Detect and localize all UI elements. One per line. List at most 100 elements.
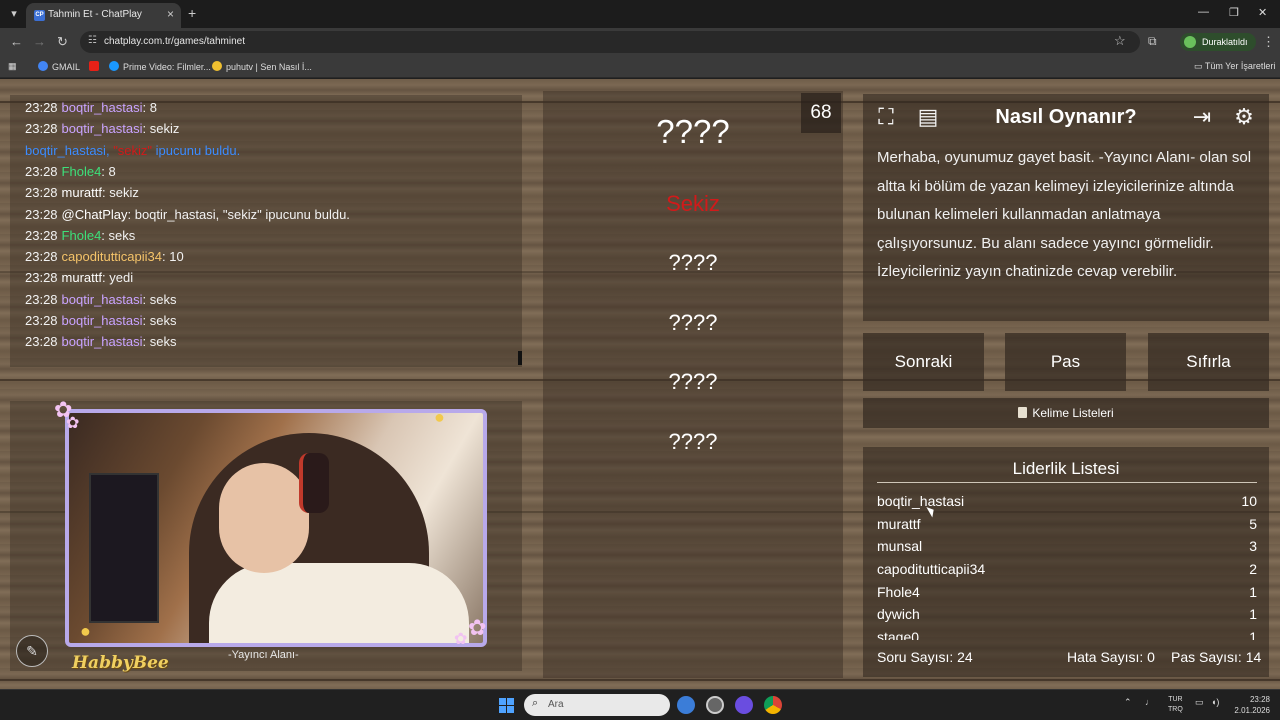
chat-timestamp: 23:28 xyxy=(25,100,58,115)
chat-username[interactable]: boqtir_hastasi xyxy=(62,292,143,307)
bookmark-prime[interactable]: Prime Video: Filmler... xyxy=(109,61,211,72)
bee-icon: ● xyxy=(434,407,445,427)
bee-icon: ● xyxy=(80,621,91,641)
chat-timestamp: 23:28 xyxy=(25,121,58,137)
chat-username[interactable]: boqtir_hastasi xyxy=(62,121,143,136)
headset xyxy=(299,453,329,513)
tab-strip: ▾ CP Tahmin Et - ChatPlay × + — ❐ ✕ xyxy=(0,0,1280,28)
all-bookmarks[interactable]: ▭ Tüm Yer İşaretleri xyxy=(1194,61,1275,72)
youtube-logo-icon xyxy=(89,61,99,71)
language-indicator[interactable]: TUR TRQ xyxy=(1168,695,1183,715)
browser-menu-icon[interactable]: ⋮ xyxy=(1262,34,1275,50)
wood-grain xyxy=(0,679,1280,681)
chat-username[interactable]: capoditutticapii34 xyxy=(62,249,162,264)
chat-text: : seks xyxy=(101,227,136,243)
maximize-icon[interactable]: ❐ xyxy=(1229,6,1239,19)
address-bar[interactable]: ☷ chatplay.com.tr/games/tahminet xyxy=(80,31,1140,53)
bookmark-gmail[interactable]: GMAIL xyxy=(38,61,80,72)
extensions-icon[interactable]: ⧉ xyxy=(1148,34,1157,49)
document-icon[interactable]: ▤ xyxy=(913,102,943,132)
bookmark-puhutv[interactable]: puhutv | Sen Nasıl İ... xyxy=(212,61,312,72)
leaderboard-row: boqtir_hastasi 10 xyxy=(877,490,1257,513)
how-to-play-text: Merhaba, oyunumuz gayet basit. -Yayıncı … xyxy=(877,149,1252,280)
chat-username[interactable]: @ChatPlay xyxy=(62,207,128,222)
chat-username[interactable]: boqtir_hastasi xyxy=(62,100,143,115)
taskbar-app-icon[interactable] xyxy=(706,696,724,714)
volume-icon[interactable]: ◖) xyxy=(1211,697,1219,707)
chrome-icon[interactable] xyxy=(764,696,782,714)
chat-message: 23:28 boqtir_hastasi: seks xyxy=(25,334,176,349)
minimize-icon[interactable]: — xyxy=(1198,6,1209,18)
youtube-icon[interactable] xyxy=(89,61,103,72)
chat-scrollbar[interactable] xyxy=(518,351,522,365)
chat-username[interactable]: boqtir_hastasi xyxy=(62,313,143,328)
search-icon: ⌕ xyxy=(532,697,539,709)
bookmark-label: GMAIL xyxy=(52,62,81,72)
tab-close-icon[interactable]: × xyxy=(167,7,174,21)
chat-username[interactable]: Fhole4 xyxy=(62,228,102,243)
clock-time: 23:28 xyxy=(1249,695,1270,704)
forward-arrow-icon[interactable]: → xyxy=(33,34,46,49)
hint-word: ???? xyxy=(668,250,718,275)
exit-icon[interactable]: ⇥ xyxy=(1187,102,1217,132)
pencil-icon[interactable]: ✎ xyxy=(16,635,48,667)
site-info-icon[interactable]: ☷ xyxy=(88,35,97,46)
windows-start-icon[interactable] xyxy=(499,698,514,713)
chat-username[interactable]: Fhole4 xyxy=(62,164,102,179)
leaderboard-row: Fhole4 1 xyxy=(877,581,1257,604)
bookmark-star-icon[interactable]: ☆ xyxy=(1114,33,1126,49)
background-shelf xyxy=(89,473,159,623)
how-to-play-panel: ⛶ ▤ Nasıl Oynanır? ⇥ ⚙ Merhaba, oyunumuz… xyxy=(863,94,1269,321)
chat-timestamp: 23:28 xyxy=(25,313,58,328)
tab-search-chevron-icon[interactable]: ▾ xyxy=(6,6,22,22)
chat-timestamp: 23:28 xyxy=(25,334,58,350)
chat-username[interactable]: boqtir_hastasi xyxy=(25,143,106,158)
flower-icon: ✿ xyxy=(468,615,487,640)
bookmark-label: Prime Video: Filmler... xyxy=(123,62,211,72)
chat-text: : 8 xyxy=(101,163,116,179)
chat-text: : seks xyxy=(142,334,177,350)
flower-icon: ✿ xyxy=(454,631,468,648)
network-icon[interactable]: ▭ xyxy=(1195,697,1204,708)
back-arrow-icon[interactable]: ← xyxy=(10,34,23,49)
chat-username[interactable]: murattf xyxy=(62,270,102,285)
player-score: 10 xyxy=(1241,493,1257,509)
microphone-icon[interactable]: ♩ xyxy=(1145,697,1154,707)
chat-username[interactable]: murattf xyxy=(62,185,102,200)
word-lists-label: Kelime Listeleri xyxy=(1032,406,1114,420)
clock-date: 2.01.2026 xyxy=(1234,706,1270,715)
tab-active[interactable]: CP Tahmin Et - ChatPlay × xyxy=(26,3,181,28)
reload-icon[interactable]: ↻ xyxy=(57,34,68,50)
tray-chevron-icon[interactable]: ⌃ xyxy=(1124,697,1132,708)
player-name: boqtir_hastasi xyxy=(877,493,965,509)
hint-word: ???? xyxy=(668,429,718,454)
profile-avatar xyxy=(1184,36,1196,48)
player-name: capoditutticapii34 xyxy=(877,561,986,578)
divider xyxy=(877,482,1257,483)
gear-icon[interactable]: ⚙ xyxy=(1229,102,1259,132)
new-tab-plus-icon[interactable]: + xyxy=(188,5,196,21)
chat-username[interactable]: boqtir_hastasi xyxy=(62,334,143,349)
streamer-area: ✿ ✿ ✿ ✿ ● ● HabbyBee -Yayıncı Alanı- xyxy=(10,397,522,673)
taskbar-app-icon[interactable] xyxy=(677,696,695,714)
chat-timestamp: 23:28 xyxy=(25,206,58,222)
next-button[interactable]: Sonraki xyxy=(863,333,984,391)
player-name: dywich xyxy=(877,606,920,623)
pass-button[interactable]: Pas xyxy=(1005,333,1126,391)
notebook-icon xyxy=(1018,407,1028,418)
webcam-feed xyxy=(65,409,487,647)
fullscreen-icon[interactable]: ⛶ xyxy=(871,102,901,132)
system-clock[interactable]: 23:28 2.01.2026 xyxy=(1228,694,1270,716)
window-close-icon[interactable]: ✕ xyxy=(1258,6,1267,19)
apps-grid-icon[interactable]: ▦ xyxy=(8,61,17,72)
chatplay-favicon-icon: CP xyxy=(34,10,45,21)
word-lists-button[interactable]: Kelime Listeleri xyxy=(863,398,1269,428)
chat-message: 23:28 boqtir_hastasi: seks xyxy=(25,292,176,307)
taskbar-search[interactable]: ⌕ Ara xyxy=(524,694,670,716)
profile-button[interactable]: Duraklatıldı xyxy=(1180,33,1256,51)
streamer-brand-logo: HabbyBee xyxy=(72,653,169,673)
flower-icon: ✿ xyxy=(66,415,80,432)
tab-title: Tahmin Et - ChatPlay xyxy=(48,9,142,20)
reset-button[interactable]: Sıfırla xyxy=(1148,333,1269,391)
taskbar-app-icon[interactable] xyxy=(735,696,753,714)
